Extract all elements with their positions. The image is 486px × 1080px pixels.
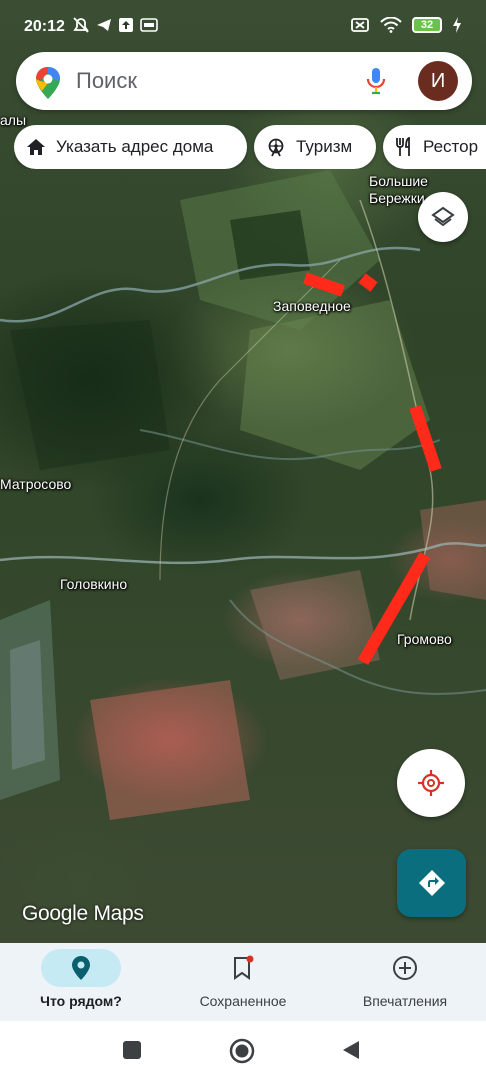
place-label[interactable]: Матросово xyxy=(0,476,71,492)
nav-label: Впечатления xyxy=(362,993,448,1009)
directions-button[interactable] xyxy=(397,849,466,917)
ferris-wheel-icon xyxy=(268,138,284,157)
my-location-button[interactable] xyxy=(397,749,465,817)
add-circle-icon xyxy=(393,956,417,980)
wifi-card-icon xyxy=(140,18,158,32)
bottom-navigation: Что рядом? Сохраненное Впечатления xyxy=(0,943,486,1021)
place-label[interactable]: Заповедное xyxy=(273,298,351,314)
clock: 20:12 xyxy=(24,18,65,35)
search-input[interactable] xyxy=(76,64,356,98)
telegram-icon xyxy=(97,19,111,31)
search-bar[interactable]: И xyxy=(16,52,472,110)
home-icon xyxy=(27,139,45,155)
chip-tourism[interactable]: Туризм xyxy=(254,125,376,169)
location-pin-icon xyxy=(72,956,90,980)
battery-indicator: 32 xyxy=(412,17,442,33)
microphone-icon[interactable] xyxy=(366,67,386,95)
wifi-icon xyxy=(380,17,402,33)
place-label[interactable]: Бережки xyxy=(369,190,425,206)
chip-label: Туризм xyxy=(296,137,353,156)
place-label[interactable]: Громово xyxy=(397,631,452,647)
avatar[interactable]: И xyxy=(418,61,458,101)
chip-restaurants[interactable]: Рестор xyxy=(383,125,486,169)
home-circle-icon[interactable] xyxy=(229,1038,255,1064)
category-chips: Указать адрес дома Туризм Рестор xyxy=(14,125,486,169)
chip-home-address[interactable]: Указать адрес дома xyxy=(14,125,247,169)
google-maps-pin-icon xyxy=(36,67,60,99)
system-navigation-bar xyxy=(0,1021,486,1080)
chip-label: Указать адрес дома xyxy=(56,137,214,156)
muted-alarm-icon xyxy=(73,17,89,33)
no-sim-icon xyxy=(351,18,369,32)
location-crosshair-icon xyxy=(418,770,444,796)
charging-icon xyxy=(453,17,461,33)
google-maps-logo: Google Maps xyxy=(22,902,144,925)
battery-level: 32 xyxy=(420,19,434,31)
place-label[interactable]: Большие xyxy=(369,173,428,189)
bookmark-icon xyxy=(234,955,254,980)
back-triangle-icon[interactable] xyxy=(340,1039,362,1061)
directions-icon xyxy=(418,870,445,896)
nav-item-saved[interactable]: Сохраненное xyxy=(162,943,324,1021)
restaurant-icon xyxy=(396,137,410,156)
nav-item-contribute[interactable]: Впечатления xyxy=(324,943,486,1021)
chip-label: Рестор xyxy=(423,137,479,156)
route-mark xyxy=(358,273,378,292)
layers-icon xyxy=(431,206,455,227)
upload-icon xyxy=(119,18,133,32)
place-label[interactable]: Головкино xyxy=(60,576,127,592)
layers-button[interactable] xyxy=(418,192,468,242)
nav-item-explore[interactable]: Что рядом? xyxy=(0,943,162,1021)
nav-label: Сохраненное xyxy=(199,993,287,1009)
status-bar: 20:12 32 xyxy=(0,0,486,48)
recents-square-icon[interactable] xyxy=(121,1039,143,1061)
nav-label: Что рядом? xyxy=(40,993,122,1009)
